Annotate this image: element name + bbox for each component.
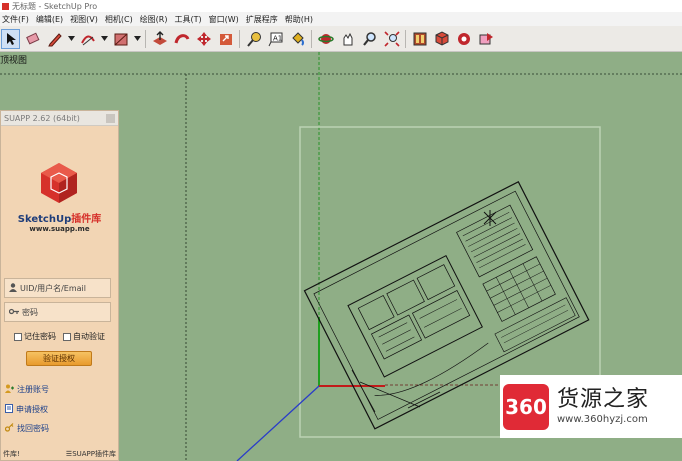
close-icon[interactable] — [106, 113, 115, 123]
panel-title: SUAPP 2.62 (64bit) — [4, 113, 80, 123]
share-model-icon[interactable] — [476, 29, 495, 49]
paint-bucket-icon[interactable] — [288, 29, 307, 49]
footer-right-link[interactable]: ☰SUAPP插件库 — [66, 449, 116, 460]
register-icon — [5, 384, 14, 395]
follow-me-icon[interactable] — [172, 29, 191, 49]
zoom-icon[interactable] — [360, 29, 379, 49]
brand-name-zh: 插件库 — [71, 214, 102, 225]
orbit-icon[interactable] — [316, 29, 335, 49]
register-link[interactable]: 注册账号 — [5, 384, 49, 395]
suapp-plugin-panel: SUAPP 2.62 (64bit) SketchUp插件库 www.suapp… — [0, 110, 119, 461]
brand-name-en: SketchUp — [17, 214, 72, 225]
remember-password-label: 记住密码 — [24, 332, 56, 341]
watermark-logo: 360 — [503, 383, 549, 430]
recover-password-link[interactable]: 找回密码 — [4, 423, 49, 434]
svg-text:A1: A1 — [273, 34, 282, 42]
key-icon — [8, 308, 19, 317]
panel-footer: 件库! ☰SUAPP插件库 — [1, 449, 118, 460]
chevron-down-icon[interactable] — [100, 29, 108, 49]
document-icon — [5, 404, 13, 415]
zoom-extents-icon[interactable] — [382, 29, 401, 49]
chevron-down-icon[interactable] — [67, 29, 75, 49]
panel-header: SUAPP 2.62 (64bit) — [1, 111, 118, 126]
menu-file[interactable]: 文件(F) — [0, 14, 34, 25]
warehouse-icon[interactable] — [410, 29, 429, 49]
sketchup-logo-icon — [2, 2, 9, 10]
password-placeholder: 密码 — [22, 307, 38, 317]
remember-password-checkbox[interactable] — [14, 332, 22, 341]
brand-url: www.suapp.me — [29, 225, 90, 233]
recover-password-label: 找回密码 — [17, 424, 49, 433]
apply-license-link[interactable]: 申请授权 — [5, 404, 48, 415]
user-icon — [9, 282, 17, 294]
menu-window[interactable]: 窗口(W) — [207, 14, 244, 25]
components-icon[interactable] — [432, 29, 451, 49]
arc-icon[interactable] — [78, 29, 97, 49]
key-icon — [4, 423, 14, 434]
watermark-text: 货源之家 www.360hyzj.com — [557, 387, 650, 426]
view-label: 顶视图 — [0, 56, 28, 66]
toolbar-separator — [311, 29, 312, 48]
auto-verify-checkbox[interactable] — [63, 332, 71, 341]
eraser-icon[interactable] — [23, 29, 42, 49]
brand-name: SketchUp插件库 — [1, 210, 118, 225]
extensions-icon[interactable] — [454, 29, 473, 49]
register-link-label: 注册账号 — [17, 385, 49, 394]
menu-camera[interactable]: 相机(C) — [103, 14, 138, 25]
auto-verify-label: 自动验证 — [73, 332, 105, 341]
rectangle-icon[interactable] — [111, 29, 130, 49]
move-icon[interactable] — [194, 29, 213, 49]
menu-tools[interactable]: 工具(T) — [173, 14, 207, 25]
tape-measure-icon[interactable] — [244, 29, 263, 49]
toolbar-separator — [145, 29, 146, 48]
footer-left-text: 件库! — [3, 450, 20, 458]
select-arrow-icon[interactable] — [1, 28, 20, 49]
options-row: 记住密码 自动验证 — [14, 331, 112, 342]
text-label-icon[interactable]: A1 — [266, 29, 285, 49]
sketchup-brand-logo-icon — [41, 163, 77, 203]
watermark-url: www.360hyzj.com — [557, 414, 648, 425]
pan-icon[interactable] — [338, 29, 357, 49]
menu-extensions[interactable]: 扩展程序 — [244, 14, 283, 25]
menu-edit[interactable]: 编辑(E) — [34, 14, 68, 25]
toolbar-separator — [405, 29, 406, 48]
menu-draw[interactable]: 绘图(R) — [138, 14, 173, 25]
username-field[interactable]: UID/用户名/Email — [4, 278, 111, 298]
menu-bar: 文件(F) 编辑(E) 视图(V) 相机(C) 绘图(R) 工具(T) 窗口(W… — [0, 12, 682, 26]
window-title: 无标题 - SketchUp Pro — [12, 1, 98, 11]
title-bar: 无标题 - SketchUp Pro — [0, 0, 682, 12]
chevron-down-icon[interactable] — [133, 29, 141, 49]
watermark: 360 货源之家 www.360hyzj.com — [500, 375, 682, 438]
toolbar-separator — [239, 29, 240, 48]
rotate-icon[interactable] — [216, 29, 235, 49]
pencil-icon[interactable] — [45, 29, 64, 49]
menu-view[interactable]: 视图(V) — [68, 14, 103, 25]
verify-license-button[interactable]: 验证授权 — [26, 351, 92, 366]
username-placeholder: UID/用户名/Email — [20, 283, 86, 293]
menu-help[interactable]: 帮助(H) — [283, 14, 318, 25]
password-field[interactable]: 密码 — [4, 302, 111, 322]
push-pull-icon[interactable] — [150, 29, 169, 49]
apply-license-label: 申请授权 — [16, 405, 48, 414]
watermark-title: 货源之家 — [557, 387, 650, 412]
main-toolbar: A1 — [0, 26, 682, 52]
